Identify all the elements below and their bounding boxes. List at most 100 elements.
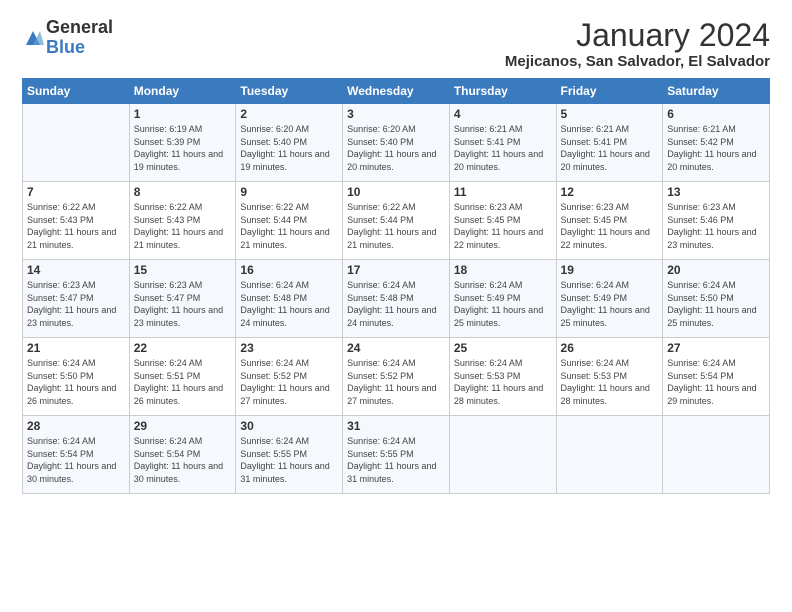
cell-w4-d7: 27 Sunrise: 6:24 AMSunset: 5:54 PMDayligh…	[663, 338, 770, 416]
header-row: Sunday Monday Tuesday Wednesday Thursday…	[23, 79, 770, 104]
cell-w3-d5: 18Sunrise: 6:24 AMSunset: 5:49 PMDayligh…	[449, 260, 556, 338]
day-detail: Sunrise: 6:24 AMSunset: 5:50 PMDaylight:…	[667, 279, 765, 329]
day-number: 17	[347, 263, 445, 277]
day-number: 20	[667, 263, 765, 277]
day-detail: Sunrise: 6:19 AMSunset: 5:39 PMDaylight:…	[134, 123, 232, 173]
day-detail: Sunrise: 6:24 AMSunset: 5:48 PMDaylight:…	[347, 279, 445, 329]
title-block: January 2024 Mejicanos, San Salvador, El…	[505, 18, 770, 70]
cell-w4-d1: 21 Sunrise: 6:24 AMSunset: 5:50 PMDayligh…	[23, 338, 130, 416]
day-number: 19	[561, 263, 659, 277]
cell-w3-d1: 14 Sunrise: 6:23 AMSunset: 5:47 PMDayligh…	[23, 260, 130, 338]
day-detail: Sunrise: 6:21 AMSunset: 5:41 PMDaylight:…	[454, 123, 552, 173]
cell-w2-d4: 10Sunrise: 6:22 AMSunset: 5:44 PMDayligh…	[343, 182, 450, 260]
cell-w1-d7: 6 Sunrise: 6:21 AMSunset: 5:42 PMDaylight…	[663, 104, 770, 182]
day-detail: Sunrise: 6:24 AMSunset: 5:51 PMDaylight:…	[134, 357, 232, 407]
day-number: 24	[347, 341, 445, 355]
day-detail: Sunrise: 6:24 AMSunset: 5:54 PMDaylight:…	[667, 357, 765, 407]
cell-w2-d2: 8Sunrise: 6:22 AMSunset: 5:43 PMDaylight…	[129, 182, 236, 260]
day-detail: Sunrise: 6:21 AMSunset: 5:41 PMDaylight:…	[561, 123, 659, 173]
day-number: 7	[27, 185, 125, 199]
cell-w1-d2: 1 Sunrise: 6:19 AMSunset: 5:39 PMDaylight…	[129, 104, 236, 182]
day-detail: Sunrise: 6:23 AMSunset: 5:47 PMDaylight:…	[134, 279, 232, 329]
day-number: 30	[240, 419, 338, 433]
day-detail: Sunrise: 6:20 AMSunset: 5:40 PMDaylight:…	[240, 123, 338, 173]
cell-w2-d6: 12 Sunrise: 6:23 AMSunset: 5:45 PMDayligh…	[556, 182, 663, 260]
cell-w2-d3: 9 Sunrise: 6:22 AMSunset: 5:44 PMDaylight…	[236, 182, 343, 260]
day-number: 15	[134, 263, 232, 277]
day-detail: Sunrise: 6:23 AMSunset: 5:46 PMDaylight:…	[667, 201, 765, 251]
cell-w5-d5	[449, 416, 556, 494]
cell-w1-d3: 2Sunrise: 6:20 AMSunset: 5:40 PMDaylight…	[236, 104, 343, 182]
day-detail: Sunrise: 6:22 AMSunset: 5:43 PMDaylight:…	[134, 201, 232, 251]
day-detail: Sunrise: 6:21 AMSunset: 5:42 PMDaylight:…	[667, 123, 765, 173]
logo-blue-text: Blue	[46, 38, 113, 58]
cell-w3-d2: 15 Sunrise: 6:23 AMSunset: 5:47 PMDayligh…	[129, 260, 236, 338]
cell-w5-d7	[663, 416, 770, 494]
day-detail: Sunrise: 6:24 AMSunset: 5:53 PMDaylight:…	[454, 357, 552, 407]
cell-w2-d5: 11 Sunrise: 6:23 AMSunset: 5:45 PMDayligh…	[449, 182, 556, 260]
day-number: 1	[134, 107, 232, 121]
header-saturday: Saturday	[663, 79, 770, 104]
day-detail: Sunrise: 6:24 AMSunset: 5:52 PMDaylight:…	[347, 357, 445, 407]
month-title: January 2024	[505, 18, 770, 53]
day-number: 18	[454, 263, 552, 277]
day-detail: Sunrise: 6:24 AMSunset: 5:48 PMDaylight:…	[240, 279, 338, 329]
day-number: 11	[454, 185, 552, 199]
week-row-1: 1 Sunrise: 6:19 AMSunset: 5:39 PMDaylight…	[23, 104, 770, 182]
day-number: 9	[240, 185, 338, 199]
location: Mejicanos, San Salvador, El Salvador	[505, 53, 770, 70]
day-detail: Sunrise: 6:23 AMSunset: 5:45 PMDaylight:…	[454, 201, 552, 251]
day-detail: Sunrise: 6:23 AMSunset: 5:45 PMDaylight:…	[561, 201, 659, 251]
cell-w4-d5: 25 Sunrise: 6:24 AMSunset: 5:53 PMDayligh…	[449, 338, 556, 416]
cell-w1-d5: 4 Sunrise: 6:21 AMSunset: 5:41 PMDaylight…	[449, 104, 556, 182]
cell-w2-d1: 7Sunrise: 6:22 AMSunset: 5:43 PMDaylight…	[23, 182, 130, 260]
day-number: 4	[454, 107, 552, 121]
calendar-page: General Blue January 2024 Mejicanos, San…	[0, 0, 792, 612]
day-number: 21	[27, 341, 125, 355]
logo-general-text: General	[46, 18, 113, 38]
day-detail: Sunrise: 6:24 AMSunset: 5:50 PMDaylight:…	[27, 357, 125, 407]
day-detail: Sunrise: 6:23 AMSunset: 5:47 PMDaylight:…	[27, 279, 125, 329]
header-thursday: Thursday	[449, 79, 556, 104]
cell-w3-d4: 17 Sunrise: 6:24 AMSunset: 5:48 PMDayligh…	[343, 260, 450, 338]
header-friday: Friday	[556, 79, 663, 104]
header-monday: Monday	[129, 79, 236, 104]
day-detail: Sunrise: 6:22 AMSunset: 5:44 PMDaylight:…	[240, 201, 338, 251]
logo-icon	[22, 27, 44, 49]
week-row-4: 21 Sunrise: 6:24 AMSunset: 5:50 PMDayligh…	[23, 338, 770, 416]
day-number: 27	[667, 341, 765, 355]
calendar-table: Sunday Monday Tuesday Wednesday Thursday…	[22, 78, 770, 494]
week-row-3: 14 Sunrise: 6:23 AMSunset: 5:47 PMDayligh…	[23, 260, 770, 338]
cell-w4-d6: 26Sunrise: 6:24 AMSunset: 5:53 PMDayligh…	[556, 338, 663, 416]
day-number: 12	[561, 185, 659, 199]
cell-w1-d4: 3Sunrise: 6:20 AMSunset: 5:40 PMDaylight…	[343, 104, 450, 182]
cell-w4-d2: 22 Sunrise: 6:24 AMSunset: 5:51 PMDayligh…	[129, 338, 236, 416]
cell-w4-d3: 23Sunrise: 6:24 AMSunset: 5:52 PMDayligh…	[236, 338, 343, 416]
cell-w3-d6: 19 Sunrise: 6:24 AMSunset: 5:49 PMDayligh…	[556, 260, 663, 338]
cell-w1-d6: 5 Sunrise: 6:21 AMSunset: 5:41 PMDaylight…	[556, 104, 663, 182]
day-number: 31	[347, 419, 445, 433]
cell-w5-d6	[556, 416, 663, 494]
day-detail: Sunrise: 6:24 AMSunset: 5:54 PMDaylight:…	[27, 435, 125, 485]
header: General Blue January 2024 Mejicanos, San…	[22, 18, 770, 70]
day-number: 6	[667, 107, 765, 121]
day-number: 25	[454, 341, 552, 355]
week-row-2: 7 Sunrise: 6:22 AMSunset: 5:43 PMDaylight…	[23, 182, 770, 260]
day-detail: Sunrise: 6:24 AMSunset: 5:52 PMDaylight:…	[240, 357, 338, 407]
header-tuesday: Tuesday	[236, 79, 343, 104]
day-number: 5	[561, 107, 659, 121]
cell-w3-d3: 16 Sunrise: 6:24 AMSunset: 5:48 PMDayligh…	[236, 260, 343, 338]
cell-w5-d4: 31 Sunrise: 6:24 AMSunset: 5:55 PMDayligh…	[343, 416, 450, 494]
day-detail: Sunrise: 6:20 AMSunset: 5:40 PMDaylight:…	[347, 123, 445, 173]
cell-w5-d2: 29Sunrise: 6:24 AMSunset: 5:54 PMDayligh…	[129, 416, 236, 494]
day-number: 16	[240, 263, 338, 277]
day-number: 14	[27, 263, 125, 277]
day-number: 22	[134, 341, 232, 355]
header-wednesday: Wednesday	[343, 79, 450, 104]
day-detail: Sunrise: 6:22 AMSunset: 5:44 PMDaylight:…	[347, 201, 445, 251]
day-detail: Sunrise: 6:24 AMSunset: 5:49 PMDaylight:…	[561, 279, 659, 329]
day-detail: Sunrise: 6:24 AMSunset: 5:53 PMDaylight:…	[561, 357, 659, 407]
cell-w1-d1	[23, 104, 130, 182]
logo: General Blue	[22, 18, 113, 58]
day-detail: Sunrise: 6:24 AMSunset: 5:55 PMDaylight:…	[347, 435, 445, 485]
